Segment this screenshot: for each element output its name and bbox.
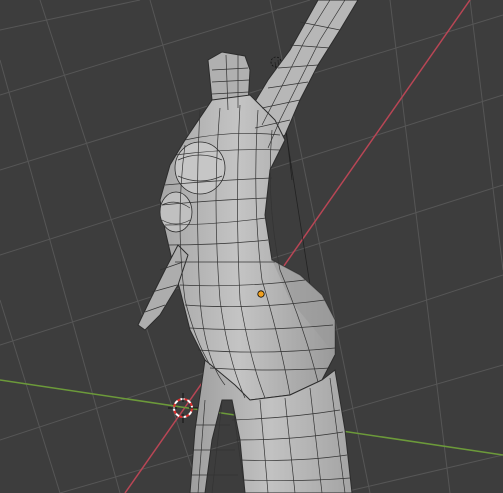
mesh-chest-right [159,191,193,233]
object-origin-icon[interactable] [257,290,265,298]
3d-viewport[interactable] [0,0,503,493]
mesh-torso [159,94,336,401]
viewport-canvas[interactable] [0,0,503,493]
